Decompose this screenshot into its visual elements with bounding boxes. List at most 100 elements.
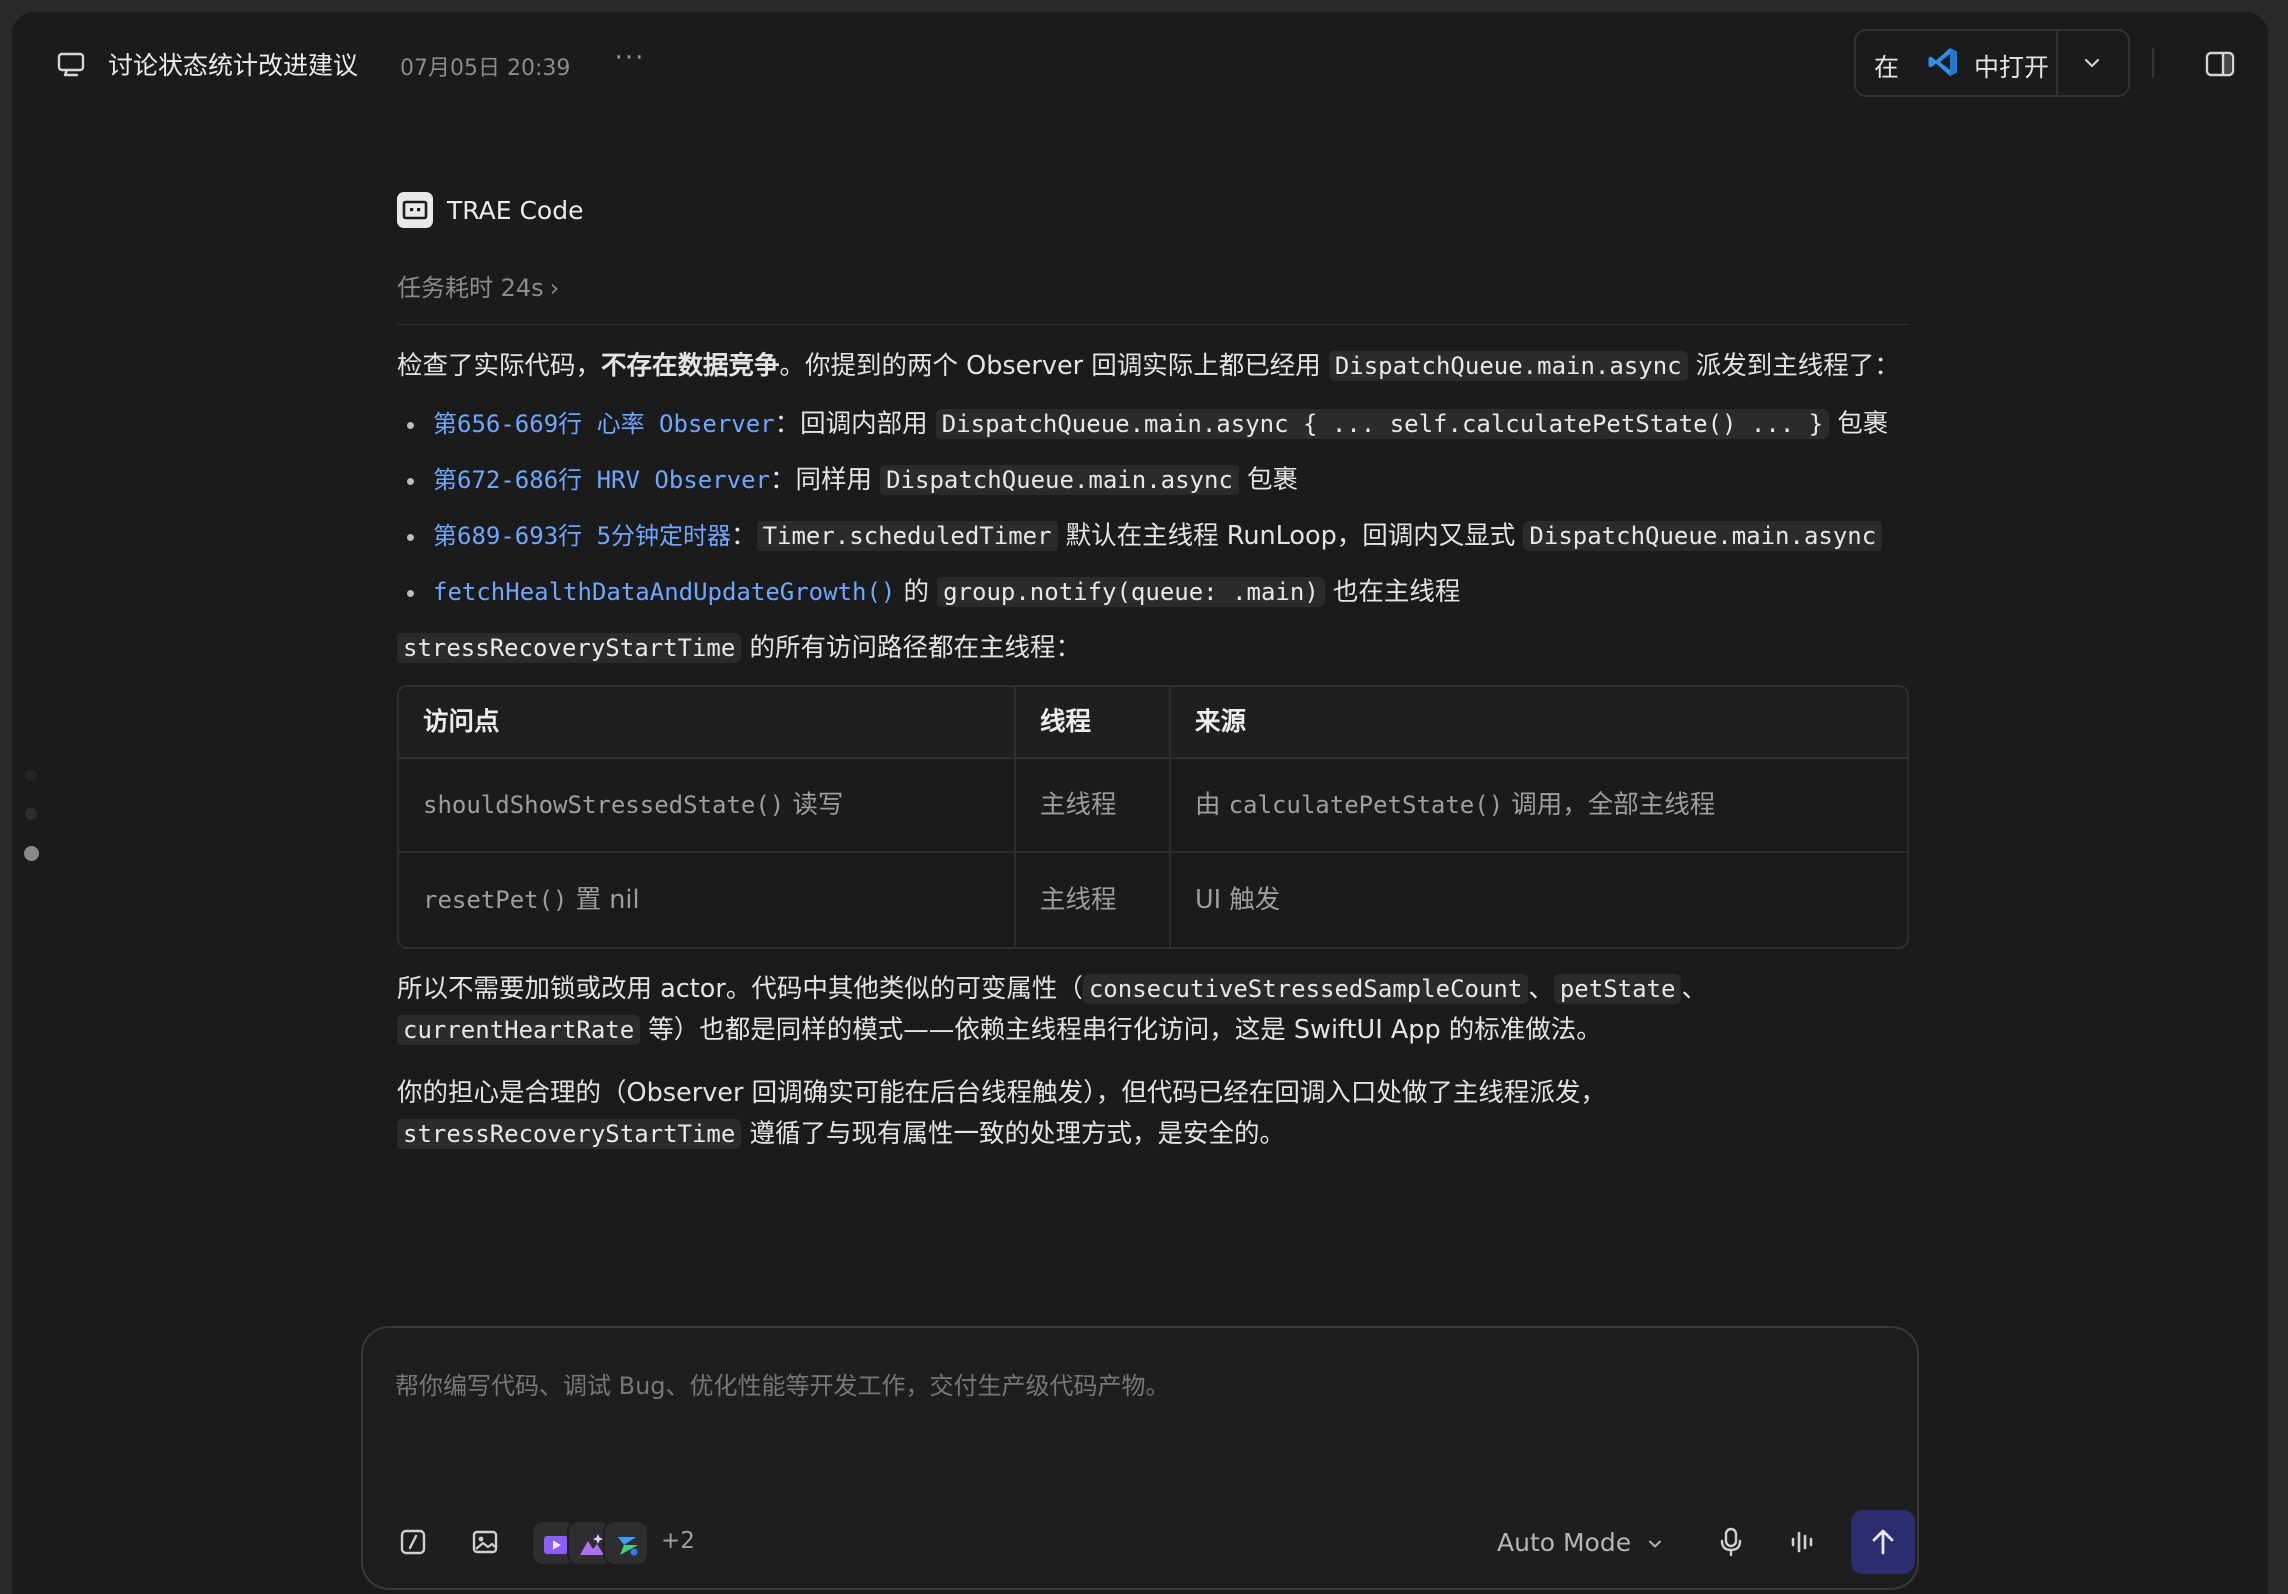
more-button[interactable]: ··· — [608, 42, 652, 82]
text: ： — [774, 409, 801, 439]
text: ： — [731, 521, 757, 551]
text: 也在主线程 — [1324, 577, 1461, 607]
text: 你的担心是合理的（Observer 回调确实可能在后台线程触发），但代码已经在回… — [397, 1078, 1606, 1108]
text: 的 — [895, 577, 938, 607]
voice-mode-icon[interactable] — [1785, 1524, 1821, 1560]
text: 由 — [1195, 789, 1229, 820]
text: 的所有访问路径都在主线程： — [741, 633, 1081, 663]
more-apps-count[interactable]: +2 — [661, 1528, 695, 1554]
design-app-icon[interactable] — [603, 1520, 649, 1566]
text: 等）也都是同样的模式——依赖主线程串行化访问，这是 SwiftUI App 的标… — [640, 1015, 1602, 1045]
code-text: resetPet() — [423, 885, 568, 914]
list-item: 第689-693行 5分钟定时器： Timer.scheduledTimer 默认… — [397, 516, 1909, 557]
table-header-row: 访问点 线程 来源 — [399, 687, 1907, 759]
paragraph: 你的担心是合理的（Observer 回调确实可能在后台线程触发），但代码已经在回… — [397, 1073, 1909, 1155]
inline-code: stressRecoveryStartTime — [397, 633, 742, 663]
text: 检查了实际代码， — [397, 351, 602, 381]
agent-name: TRAE Code — [447, 196, 584, 225]
chat-input-placeholder[interactable]: 帮你编写代码、调试 Bug、优化性能等开发工作，交付生产级代码产物。 — [395, 1366, 1170, 1401]
table-cell: UI 触发 — [1171, 853, 1907, 947]
bold-text: 不存在数据竞争 — [601, 351, 780, 381]
scroll-marker-dot-active[interactable] — [24, 846, 39, 861]
text: 包裹 — [1829, 409, 1889, 439]
page-title: 讨论状态统计改进建议 — [108, 51, 359, 80]
chevron-right-icon: › — [549, 274, 560, 302]
slash-command-icon[interactable] — [395, 1524, 431, 1560]
text: ： — [769, 465, 796, 495]
message-body: 检查了实际代码，不存在数据竞争。你提到的两个 Observer 回调实际上都已经… — [397, 346, 1909, 1155]
code-reference-link[interactable]: fetchHealthDataAndUpdateGrowth() — [433, 578, 895, 606]
app-shortcuts[interactable] — [531, 1520, 651, 1568]
table-cell: 主线程 — [1016, 759, 1171, 853]
code-text: shouldShowStressedState() — [423, 790, 785, 819]
table-header: 线程 — [1016, 687, 1171, 759]
task-time-label: 任务耗时 24s — [397, 274, 544, 302]
text: 调用，全部主线程 — [1503, 789, 1716, 820]
inline-code: Timer.scheduledTimer — [756, 521, 1058, 551]
task-time-toggle[interactable]: 任务耗时 24s › — [397, 268, 559, 303]
table-header: 访问点 — [399, 687, 1016, 759]
code-reference-link[interactable]: 第656-669行 心率 Observer — [433, 410, 775, 438]
toggle-sidebar-icon[interactable] — [2202, 46, 2238, 82]
table-cell: 由 calculatePetState() 调用，全部主线程 — [1171, 759, 1907, 853]
open-in-prefix: 在 — [1874, 53, 1900, 82]
inline-code: stressRecoveryStartTime — [397, 1119, 742, 1149]
code-text: calculatePetState() — [1228, 790, 1504, 819]
intro-paragraph: 检查了实际代码，不存在数据竞争。你提到的两个 Observer 回调实际上都已经… — [397, 346, 1909, 387]
vscode-icon — [1928, 48, 1957, 76]
header-divider — [2152, 48, 2154, 78]
image-upload-icon[interactable] — [467, 1524, 503, 1560]
text: 回调内部用 — [800, 409, 936, 439]
list-item: 第672-686行 HRV Observer：同样用 DispatchQueue… — [397, 460, 1909, 501]
table-row: resetPet() 置 nil 主线程 UI 触发 — [399, 853, 1907, 947]
text: 读写 — [784, 789, 844, 820]
inline-code: DispatchQueue.main.async — [1523, 521, 1883, 551]
text: 。你提到的两个 Observer 回调实际上都已经用 — [779, 351, 1329, 381]
scroll-marker-dot[interactable] — [25, 808, 37, 820]
arrow-up-icon — [1872, 1529, 1894, 1555]
paragraph: 所以不需要加锁或改用 actor。代码中其他类似的可变属性（ consecutiv… — [397, 969, 1909, 1051]
mode-selector[interactable]: Auto Mode — [1497, 1528, 1631, 1557]
table-cell: 主线程 — [1016, 853, 1171, 947]
chevron-down-icon[interactable] — [1647, 1536, 1663, 1552]
chevron-down-icon — [2084, 58, 2100, 68]
open-in-dropdown[interactable] — [2058, 31, 2128, 95]
list-item: fetchHealthDataAndUpdateGrowth() 的 group… — [397, 572, 1909, 613]
text: 、 — [1528, 974, 1554, 1004]
inline-code: DispatchQueue.main.async { ... self.calc… — [935, 409, 1830, 439]
text: 包裹 — [1238, 465, 1298, 495]
inline-code: currentHeartRate — [397, 1015, 641, 1045]
list-item: 第656-669行 心率 Observer：回调内部用 DispatchQueu… — [397, 404, 1909, 445]
open-in-editor-group: 在 中打开 — [1854, 29, 2130, 97]
divider — [397, 324, 1909, 325]
text: UI 触发 — [1195, 884, 1281, 915]
inline-code: DispatchQueue.main.async — [1328, 351, 1688, 381]
open-in-editor-button[interactable]: 在 中打开 — [1856, 31, 2056, 95]
table-cell: shouldShowStressedState() 读写 — [399, 759, 1016, 853]
text: 默认在主线程 RunLoop，回调内又显式 — [1057, 521, 1524, 551]
text: 所以不需要加锁或改用 actor。代码中其他类似的可变属性（ — [397, 974, 1083, 1004]
inline-code: consecutiveStressedSampleCount — [1082, 974, 1529, 1004]
chat-input-box[interactable]: 帮你编写代码、调试 Bug、优化性能等开发工作，交付生产级代码产物。 +2 Au… — [361, 1326, 1919, 1590]
open-in-suffix: 中打开 — [1974, 53, 2050, 82]
text: 置 nil — [567, 884, 640, 915]
conversation-content: TRAE Code 任务耗时 24s › 检查了实际代码，不存在数据竞争。你提到的… — [385, 122, 1909, 1300]
text: 、 — [1681, 974, 1707, 1004]
inline-code: DispatchQueue.main.async — [880, 465, 1239, 495]
text: 遵循了与现有属性一致的处理方式，是安全的。 — [741, 1119, 1285, 1149]
app-window: 讨论状态统计改进建议 07月05日 20:39 ··· 在 中打开 TRAE C… — [12, 12, 2268, 1594]
table-row: shouldShowStressedState() 读写 主线程 由 calcu… — [399, 759, 1907, 853]
table-header: 来源 — [1171, 687, 1907, 759]
paragraph: stressRecoveryStartTime 的所有访问路径都在主线程： — [397, 628, 1909, 669]
scroll-marker-dot[interactable] — [25, 769, 37, 781]
code-reference-link[interactable]: 第689-693行 5分钟定时器 — [433, 522, 731, 550]
timestamp: 07月05日 20:39 — [400, 56, 571, 81]
text: 同样用 — [795, 465, 881, 495]
table-cell: resetPet() 置 nil — [399, 853, 1016, 947]
send-button[interactable] — [1851, 1510, 1915, 1574]
inline-code: petState — [1553, 974, 1682, 1004]
microphone-icon[interactable] — [1713, 1524, 1749, 1560]
trae-logo-icon — [397, 192, 433, 228]
code-reference-link[interactable]: 第672-686行 HRV Observer — [433, 466, 770, 494]
inline-code: group.notify(queue: .main) — [937, 577, 1325, 607]
